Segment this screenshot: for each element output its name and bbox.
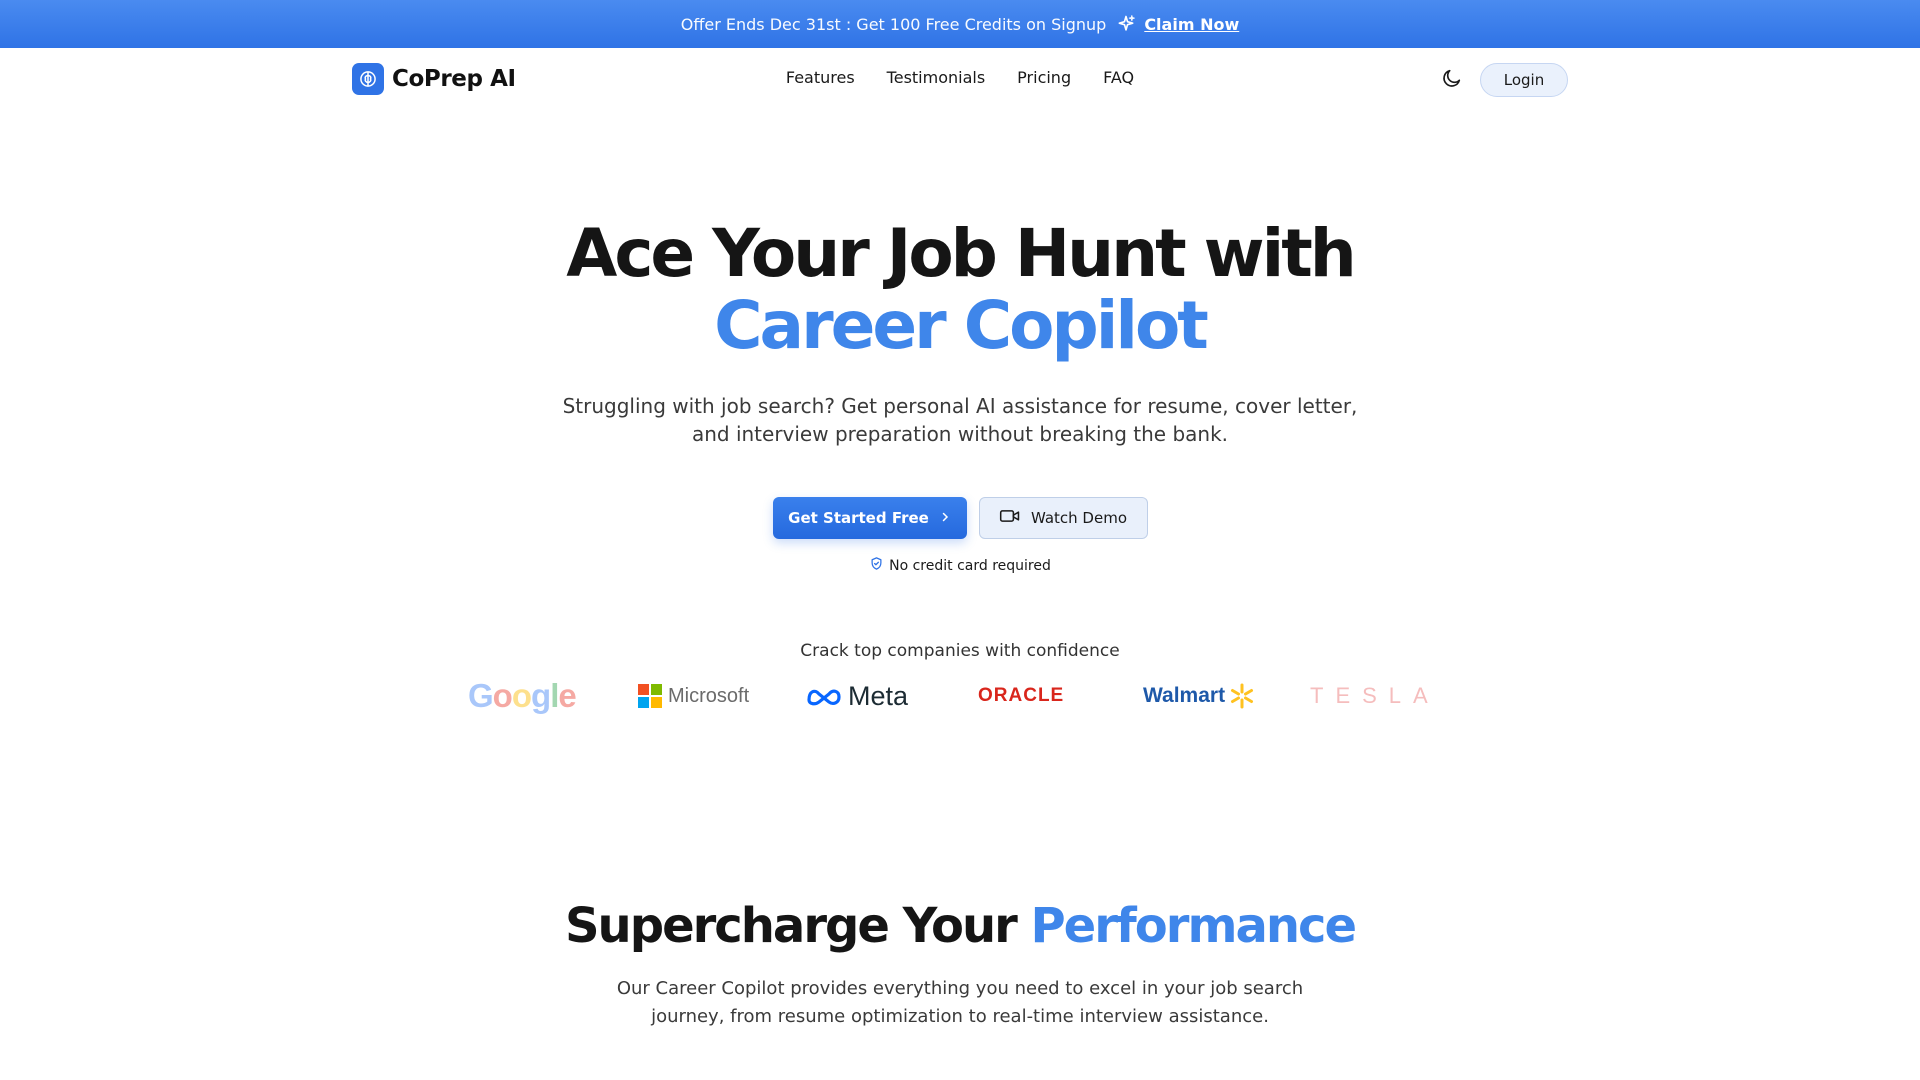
banner-offer-text: Offer Ends Dec 31st : Get 100 Free Credi…: [680, 14, 1107, 34]
tesla-logo: TESLA: [1310, 672, 1440, 720]
meta-wordmark: Meta: [848, 680, 909, 711]
companies-title: Crack top companies with confidence: [800, 641, 1120, 661]
section-title-part2: Performance: [1030, 898, 1358, 954]
cta-row: Get Started Free Watch Demo: [0, 497, 1920, 539]
section-title-part1: Supercharge Your: [564, 898, 1018, 954]
microsoft-wordmark: Microsoft: [668, 684, 750, 707]
google-logo: Google: [468, 677, 577, 714]
oracle-wordmark: ORACLE: [978, 685, 1065, 706]
walmart-logo: Walmart: [1143, 672, 1255, 720]
tesla-wordmark: TESLA: [1310, 683, 1440, 708]
hero-title: Ace Your Job Hunt with Career Copilot: [0, 218, 1920, 362]
nav-link-features[interactable]: Features: [786, 68, 855, 87]
promo-banner: Offer Ends Dec 31st : Get 100 Free Credi…: [0, 0, 1920, 48]
section-title: Supercharge Your Performance: [0, 898, 1920, 954]
claim-now-link[interactable]: Claim Now: [1144, 15, 1239, 34]
walmart-wordmark: Walmart: [1143, 684, 1226, 707]
microsoft-logo: Microsoft: [638, 672, 749, 720]
company-logos: Google Microsoft Meta ORACLE Walmart TES…: [468, 672, 1428, 720]
nav-link-pricing[interactable]: Pricing: [1017, 68, 1071, 87]
no-credit-card-text: No credit card required: [889, 557, 1051, 574]
section-subtitle: Our Career Copilot provides everything y…: [616, 978, 1304, 1027]
walmart-spark-icon: [1231, 683, 1254, 709]
moon-icon[interactable]: [1440, 66, 1464, 90]
top-nav: CoPrep AI Features Testimonials Pricing …: [0, 48, 1920, 110]
login-button[interactable]: Login: [1480, 63, 1568, 97]
nav-link-testimonials[interactable]: Testimonials: [887, 68, 986, 87]
meta-infinity-icon: [807, 689, 841, 706]
nav-link-faq[interactable]: FAQ: [1103, 68, 1134, 87]
watch-demo-button[interactable]: Watch Demo: [978, 497, 1148, 539]
video-icon: [999, 507, 1021, 529]
no-credit-card-note: No credit card required: [0, 556, 1920, 575]
sparkle-icon: [1116, 14, 1136, 34]
get-started-label: Get Started Free: [788, 509, 929, 527]
watch-demo-label: Watch Demo: [1030, 509, 1128, 527]
oracle-logo: ORACLE: [978, 672, 1064, 720]
get-started-button[interactable]: Get Started Free: [772, 497, 967, 539]
chevron-right-icon: [939, 509, 951, 527]
meta-logo: Meta: [806, 672, 908, 720]
microsoft-grid-icon: [638, 684, 662, 708]
hero-title-line2: Career Copilot: [714, 287, 1209, 364]
shield-check-icon: [869, 556, 884, 575]
hero-subtitle: Struggling with job search? Get personal…: [562, 394, 1358, 446]
nav-links: Features Testimonials Pricing FAQ: [0, 68, 1920, 87]
hero-title-line1: Ace Your Job Hunt with: [566, 215, 1357, 292]
